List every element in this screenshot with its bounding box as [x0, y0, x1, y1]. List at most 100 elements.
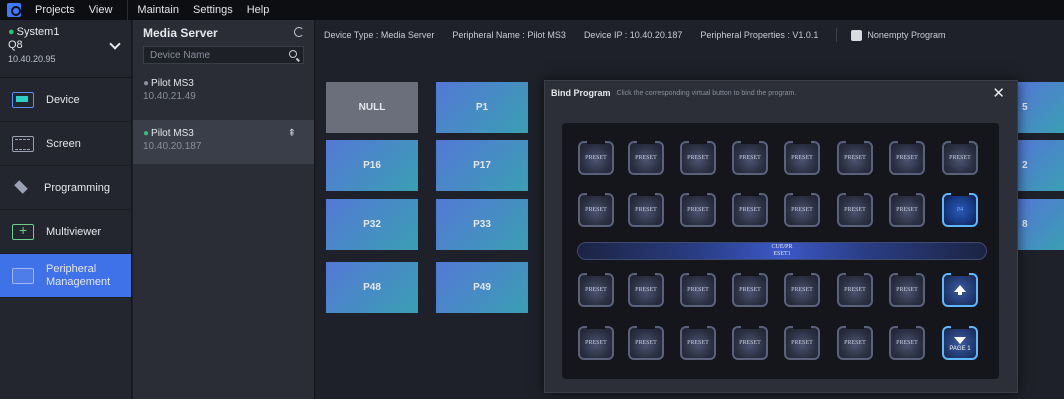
virtual-preset-button[interactable]: PRESET — [680, 193, 716, 227]
cue-line-2: ESET1 — [773, 251, 791, 257]
menu-maintain[interactable]: Maintain — [130, 4, 186, 16]
left-navigation: ● System1 Q8 10.40.20.95 Device Screen Pr… — [0, 20, 132, 399]
virtual-preset-button[interactable]: PRESET — [578, 141, 614, 175]
arrow-up-icon — [954, 284, 966, 295]
system-name: System1 — [16, 26, 60, 38]
virtual-preset-button[interactable]: PRESET — [732, 193, 768, 227]
nav-screen-label: Screen — [46, 137, 81, 150]
close-icon[interactable]: ✕ — [992, 84, 1005, 102]
virtual-preset-button[interactable]: PRESET — [732, 326, 768, 360]
device-info-bar: Device Type : Media Server Peripheral Na… — [316, 20, 1064, 50]
program-button-p1[interactable]: P1 — [436, 82, 528, 133]
virtual-button-selected[interactable]: P4 — [942, 193, 978, 227]
virtual-preset-button[interactable]: PRESET — [784, 141, 820, 175]
app-window: Projects View Maintain Settings Help ● Sy… — [0, 0, 1064, 399]
nav-screen[interactable]: Screen — [0, 122, 131, 166]
virtual-preset-button[interactable]: PRESET — [732, 141, 768, 175]
dialog-header: Bind Program Click the corresponding vir… — [545, 81, 1017, 105]
program-button-p48[interactable]: P48 — [326, 262, 418, 313]
app-logo-icon — [7, 3, 21, 17]
virtual-preset-button[interactable]: PRESET — [784, 193, 820, 227]
pin-icon[interactable]: ⇞ — [288, 128, 296, 139]
menu-help[interactable]: Help — [240, 4, 277, 16]
menu-projects[interactable]: Projects — [28, 4, 82, 16]
menu-view[interactable]: View — [82, 4, 120, 16]
virtual-preset-button[interactable]: PRESET — [628, 326, 664, 360]
virtual-preset-button[interactable]: PRESET — [889, 273, 925, 307]
program-button-p33[interactable]: P33 — [436, 199, 528, 250]
refresh-icon[interactable] — [294, 27, 304, 37]
virtual-preset-button[interactable]: PRESET — [942, 141, 978, 175]
nav-device[interactable]: Device — [0, 78, 131, 122]
virtual-preset-button[interactable]: PRESET — [784, 273, 820, 307]
virtual-preset-button[interactable]: PRESET — [889, 326, 925, 360]
menu-bar: Projects View Maintain Settings Help — [0, 0, 1064, 20]
virtual-preset-button[interactable]: PRESET — [732, 273, 768, 307]
nav-multiviewer-label: Multiviewer — [46, 225, 102, 238]
nav-peripheral-label: Peripheral Management — [46, 262, 111, 288]
virtual-preset-button[interactable]: PRESET — [680, 326, 716, 360]
device-ip: 10.40.21.49 — [143, 91, 196, 102]
device-search-input[interactable] — [150, 49, 280, 61]
system-selector[interactable]: ● System1 Q8 10.40.20.95 — [0, 20, 131, 78]
virtual-preset-button[interactable]: PRESET — [578, 193, 614, 227]
virtual-preset-button[interactable]: PRESET — [628, 193, 664, 227]
arrow-down-icon — [953, 337, 966, 344]
program-button-p17[interactable]: P17 — [436, 140, 528, 191]
virtual-preset-button[interactable]: PRESET — [784, 326, 820, 360]
program-button-null[interactable]: NULL — [326, 82, 418, 133]
menu-settings[interactable]: Settings — [186, 4, 240, 16]
device-ip: 10.40.20.187 — [143, 141, 202, 152]
media-server-header[interactable]: Media Server — [133, 20, 314, 46]
cue-preset-bar[interactable]: CUE/PR ESET1 — [577, 242, 987, 260]
virtual-preset-button[interactable]: PRESET — [837, 141, 873, 175]
dialog-title: Bind Program — [551, 88, 611, 98]
menu-divider — [127, 0, 129, 20]
multiviewer-icon — [12, 222, 34, 240]
virtual-preset-button[interactable]: PRESET — [837, 273, 873, 307]
system-name-row: ● System1 — [8, 26, 123, 38]
device-name-row: ● Pilot MS3 — [143, 78, 304, 89]
nav-programming-label: Programming — [44, 181, 111, 194]
programming-icon — [12, 180, 32, 196]
program-button-p16[interactable]: P16 — [326, 140, 418, 191]
online-dot-icon: ● — [8, 26, 15, 38]
bind-program-dialog: Bind Program Click the corresponding vir… — [544, 80, 1018, 393]
virtual-preset-button[interactable]: PRESET — [889, 141, 925, 175]
device-name: Pilot MS3 — [151, 128, 194, 139]
program-button-partial[interactable]: 5 — [1018, 82, 1064, 133]
virtual-preset-button[interactable]: PRESET — [628, 141, 664, 175]
device-ip-info: Device IP : 10.40.20.187 — [583, 30, 683, 40]
nav-multiviewer[interactable]: Multiviewer — [0, 210, 131, 254]
virtual-preset-button[interactable]: PRESET — [578, 326, 614, 360]
search-icon[interactable] — [289, 50, 297, 58]
peripheral-icon — [12, 267, 34, 284]
device-search — [143, 46, 304, 64]
system-model: Q8 — [8, 39, 23, 51]
virtual-preset-button[interactable]: PRESET — [837, 193, 873, 227]
cue-line-1: CUE/PR — [771, 244, 793, 250]
info-divider — [836, 28, 838, 42]
nav-peripheral-management[interactable]: Peripheral Management — [0, 254, 131, 298]
online-dot-icon: ● — [143, 128, 150, 139]
page-down-button[interactable]: PAGE 1 — [942, 326, 978, 360]
program-button-partial[interactable]: 2 — [1018, 140, 1064, 191]
device-list-item[interactable]: ● Pilot MS3 10.40.21.49 — [133, 70, 314, 114]
device-list-item-selected[interactable]: ● Pilot MS3 10.40.20.187 ⇞ — [133, 120, 314, 164]
program-button-partial[interactable]: 8 — [1018, 199, 1064, 250]
screen-icon — [12, 135, 34, 152]
dialog-subtitle: Click the corresponding virtual button t… — [616, 89, 797, 97]
virtual-preset-button[interactable]: PRESET — [680, 273, 716, 307]
program-button-p49[interactable]: P49 — [436, 262, 528, 313]
page-up-button[interactable] — [942, 273, 978, 307]
virtual-preset-button[interactable]: PRESET — [889, 193, 925, 227]
page-down-content: PAGE 1 — [949, 334, 971, 352]
virtual-preset-button[interactable]: PRESET — [628, 273, 664, 307]
nonempty-checkbox[interactable] — [851, 29, 863, 41]
virtual-preset-button[interactable]: PRESET — [578, 273, 614, 307]
virtual-preset-button[interactable]: PRESET — [837, 326, 873, 360]
nav-programming[interactable]: Programming — [0, 166, 131, 210]
media-server-panel: Media Server ●Pilot MS3 10.40.21.49 ●Pil… — [133, 20, 315, 399]
program-button-p32[interactable]: P32 — [326, 199, 418, 250]
virtual-preset-button[interactable]: PRESET — [680, 141, 716, 175]
